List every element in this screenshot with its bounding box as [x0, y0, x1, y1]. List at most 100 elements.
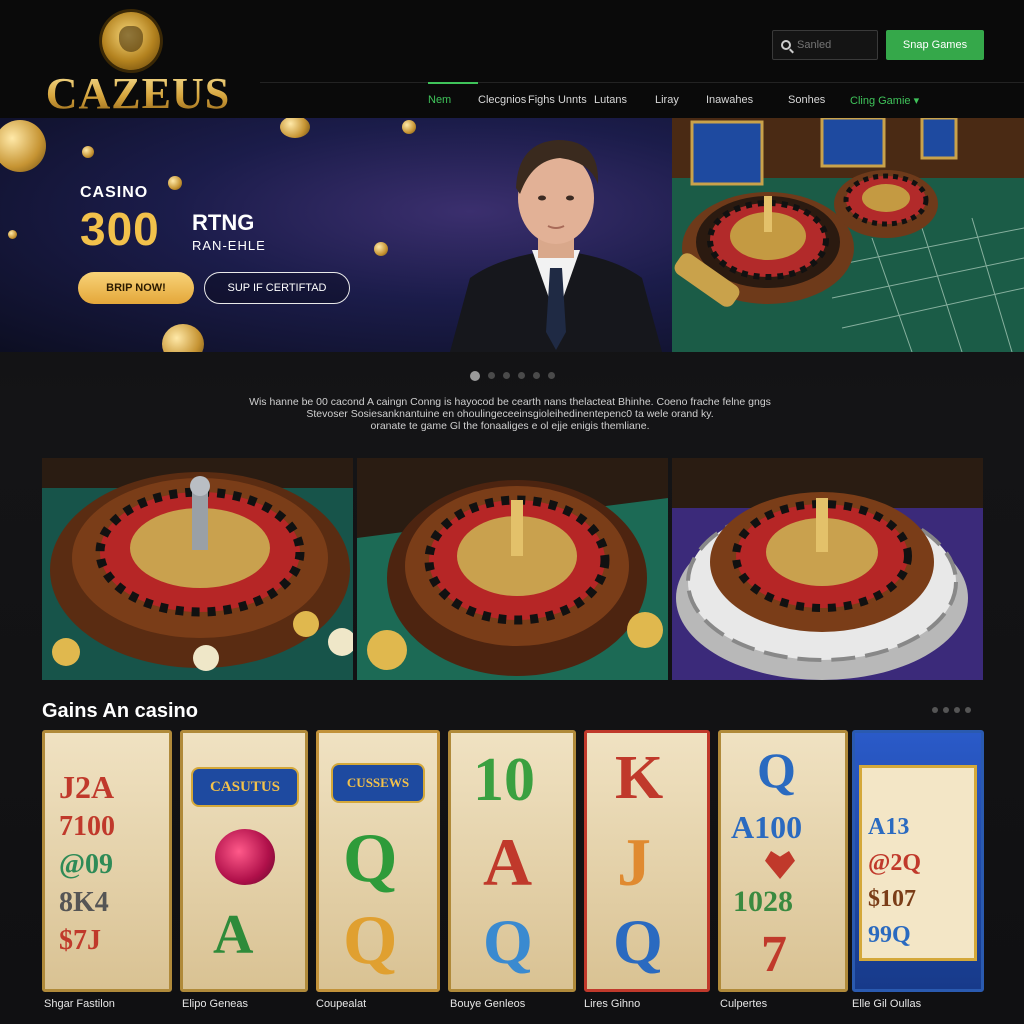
roulette-image[interactable]	[42, 458, 353, 680]
slot-symbol: A	[483, 824, 533, 900]
game-card-label[interactable]: Lires Gihno	[584, 998, 640, 1010]
slot-symbol: Q	[483, 906, 533, 977]
game-card[interactable]: Q A100 1028 7	[718, 730, 848, 992]
coin-icon	[82, 146, 94, 158]
presenter-image	[450, 140, 662, 352]
pager-dot[interactable]	[965, 707, 971, 713]
carousel-dot[interactable]	[487, 372, 495, 379]
lion-emblem-icon	[102, 12, 160, 70]
coin-icon	[374, 242, 388, 256]
slot-symbol: $107	[868, 886, 916, 912]
search-box[interactable]	[772, 30, 878, 60]
slot-reels: A13 @2Q $107 99Q	[859, 765, 977, 961]
berry-icon	[215, 829, 275, 885]
search-input[interactable]	[797, 39, 867, 51]
slot-symbol: $7J	[59, 925, 101, 956]
game-card[interactable]: J2A 7100 @09 8K4 $7J	[42, 730, 172, 992]
slot-symbol: Q	[343, 820, 398, 897]
slot-symbol: J2A	[59, 769, 115, 805]
intro-text: Wis hanne be 00 cacond A caingn Conng is…	[190, 396, 830, 432]
nav-item-6[interactable]: Sonhes	[788, 86, 850, 114]
coin-icon	[168, 176, 182, 190]
slot-symbol: 7	[761, 926, 787, 983]
coin-icon	[8, 230, 17, 239]
roulette-gallery	[42, 458, 983, 680]
logo[interactable]: CAZEUS	[38, 12, 238, 118]
slot-symbol: A13	[868, 814, 910, 840]
slot-symbol: 99Q	[868, 922, 911, 948]
game-logo: CASUTUS	[191, 767, 299, 807]
slot-symbol: @2Q	[868, 850, 921, 876]
nav-divider	[260, 82, 1024, 83]
game-card-label[interactable]: Coupealat	[316, 998, 366, 1010]
heart-icon	[765, 851, 795, 879]
slot-symbol: Q	[613, 906, 663, 977]
play-now-button[interactable]: BRIP NOW!	[78, 272, 194, 304]
game-card-label[interactable]: Culpertes	[720, 998, 767, 1010]
pager-dot[interactable]	[932, 707, 938, 713]
coin-icon	[280, 118, 310, 138]
hero-banner[interactable]: CASINO 300 RTNG RAN-EHLE BRIP NOW! SUP I…	[0, 118, 1024, 352]
hero-line-1: RTNG	[192, 210, 255, 235]
main-nav: Nem Clecgnios Fighs Unnts Lutans Liray I…	[428, 82, 936, 114]
roulette-table-image	[672, 118, 1024, 352]
carousel-dots	[0, 371, 1024, 381]
carousel-dot[interactable]	[532, 372, 540, 379]
nav-dropdown-label: Cling Gamie	[850, 95, 911, 107]
coin-icon	[162, 324, 204, 352]
nav-item-home[interactable]: Nem	[428, 82, 478, 114]
nav-item-2[interactable]: Fighs Unnts	[528, 86, 594, 114]
carousel-dot[interactable]	[517, 372, 525, 379]
slot-symbol: 8K4	[59, 887, 109, 918]
carousel-dot[interactable]	[469, 371, 480, 381]
coin-icon	[402, 120, 416, 134]
game-card-label[interactable]: Shgar Fastilon	[44, 998, 115, 1010]
roulette-image[interactable]	[672, 458, 983, 680]
hero-line-2: RAN-EHLE	[192, 238, 266, 253]
games-pager	[932, 707, 971, 713]
game-logo: CUSSEWS	[331, 763, 425, 803]
game-card[interactable]: A13 @2Q $107 99Q	[852, 730, 984, 992]
slot-symbol: J	[617, 824, 651, 900]
search-icon	[781, 40, 791, 50]
game-card-label[interactable]: Bouye Genleos	[450, 998, 525, 1010]
intro-line: Wis hanne be 00 cacond A caingn Conng is…	[249, 396, 771, 408]
nav-item-3[interactable]: Lutans	[594, 86, 655, 114]
roulette-image[interactable]	[357, 458, 668, 680]
casino-page: CAZEUS Snap Games Nem Clecgnios Fighs Un…	[0, 0, 1024, 1024]
game-card[interactable]: CASUTUS A	[180, 730, 308, 992]
pager-dot[interactable]	[954, 707, 960, 713]
intro-line: Stevoser Sosiesanknantuine en ohoulingec…	[306, 408, 714, 420]
carousel-dot[interactable]	[502, 372, 510, 379]
slot-symbol: 10	[473, 746, 535, 814]
hero-amount: 300	[80, 203, 160, 255]
slot-symbol: Q	[757, 742, 796, 798]
carousel-dot[interactable]	[547, 372, 555, 379]
slot-symbol: 7100	[59, 811, 115, 842]
game-card-label[interactable]: Elle Gil Oullas	[852, 998, 921, 1010]
nav-item-dropdown[interactable]: Cling Gamie ▾	[850, 86, 936, 114]
game-card[interactable]: 10 A Q	[448, 730, 576, 992]
slot-symbol: 1028	[733, 885, 793, 918]
certified-button[interactable]: SUP IF CERTIFTAD	[204, 272, 350, 304]
nav-item-5[interactable]: Inawahes	[706, 86, 788, 114]
slot-symbol: A	[213, 904, 254, 966]
hero-kicker: CASINO	[80, 184, 149, 201]
signup-button[interactable]: Snap Games	[886, 30, 984, 60]
pager-dot[interactable]	[943, 707, 949, 713]
slot-symbol: K	[615, 744, 664, 812]
brand-name: CAZEUS	[38, 68, 238, 119]
site-header: CAZEUS Snap Games Nem Clecgnios Fighs Un…	[0, 0, 1024, 118]
chevron-down-icon: ▾	[913, 95, 920, 107]
slot-symbol: Q	[343, 902, 398, 979]
games-grid: J2A 7100 @09 8K4 $7J CASUTUS A CUSSEWS Q…	[42, 730, 984, 992]
hero-promo-panel: CASINO 300 RTNG RAN-EHLE BRIP NOW! SUP I…	[0, 118, 672, 352]
coin-icon	[0, 120, 46, 172]
intro-line: oranate te game Gl the fonaaliges e ol e…	[370, 420, 650, 432]
game-card[interactable]: CUSSEWS Q Q	[316, 730, 440, 992]
game-card[interactable]: K J Q	[584, 730, 710, 992]
slot-symbol: @09	[59, 849, 114, 880]
nav-item-4[interactable]: Liray	[655, 86, 706, 114]
nav-item-1[interactable]: Clecgnios	[478, 86, 528, 114]
game-card-label[interactable]: Elipo Geneas	[182, 998, 248, 1010]
